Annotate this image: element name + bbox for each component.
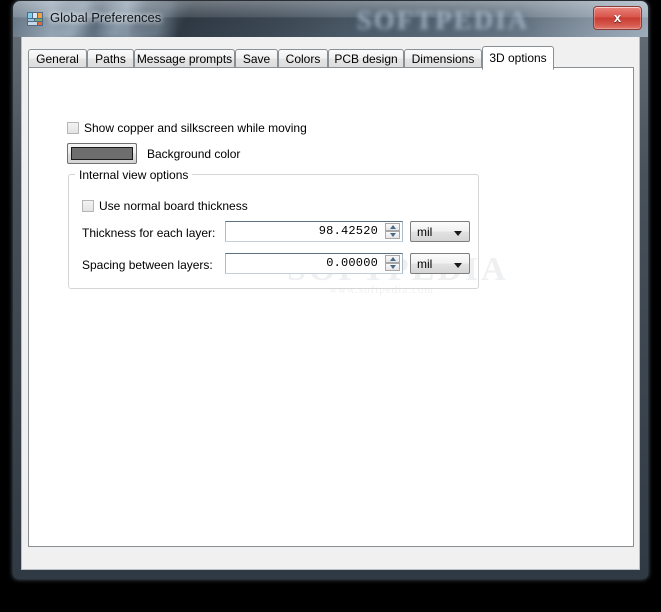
dialog-client: General Paths Message prompts Save Color… [21,37,640,570]
spacing-spin-buttons[interactable] [385,255,400,272]
thickness-spin-buttons[interactable] [385,223,400,240]
spacing-unit-combo[interactable]: mil [410,253,470,274]
thickness-spin-up-icon[interactable] [385,223,400,231]
tab-message-prompts[interactable]: Message prompts [134,49,235,68]
thickness-unit-combo[interactable]: mil [410,221,470,242]
spacing-spinner[interactable]: 0.00000 [225,253,403,274]
show-copper-checkbox[interactable] [67,122,79,134]
title-bar[interactable]: SOFTPEDIA Global Preferences x [13,1,648,37]
show-copper-label: Show copper and silkscreen while moving [84,121,307,135]
thickness-spinner[interactable]: 98.42520 [225,221,403,242]
tab-dimensions[interactable]: Dimensions [404,49,482,68]
close-button[interactable]: x [593,6,642,30]
background-color-label: Background color [147,147,241,161]
window-title: Global Preferences [50,10,162,25]
tab-save[interactable]: Save [235,49,278,68]
spacing-spin-up-icon[interactable] [385,255,400,263]
thickness-spin-down-icon[interactable] [385,231,400,239]
use-normal-thickness-checkbox[interactable] [82,200,94,212]
tab-strip: General Paths Message prompts Save Color… [28,46,634,70]
spacing-label: Spacing between layers: [82,258,213,272]
titlebar-watermark: SOFTPEDIA [356,5,530,35]
thickness-unit-value: mil [417,225,433,239]
tab-colors[interactable]: Colors [278,49,328,68]
tab-3d-options[interactable]: 3D options [482,46,554,70]
background-color-swatch [71,147,133,160]
thickness-value: 98.42520 [318,224,378,238]
thickness-label: Thickness for each layer: [82,226,216,240]
tab-general[interactable]: General [28,49,87,68]
internal-view-options-legend: Internal view options [75,168,193,182]
background-color-button[interactable] [67,143,137,164]
close-icon: x [613,10,622,25]
dialog-window: SOFTPEDIA Global Preferences x General P… [13,1,648,579]
spacing-spin-down-icon[interactable] [385,263,400,271]
use-normal-thickness-label: Use normal board thickness [99,199,248,213]
app-icon [27,12,43,26]
tab-pcb-design[interactable]: PCB design [328,49,404,68]
spacing-unit-value: mil [417,257,433,271]
show-copper-row[interactable]: Show copper and silkscreen while moving [67,119,307,137]
chevron-down-icon [454,231,462,236]
use-normal-thickness-row[interactable]: Use normal board thickness [82,197,248,215]
tab-page-3d-options: SOFTPEDIA www.softpedia.com Show copper … [28,67,634,547]
tab-paths[interactable]: Paths [87,49,134,68]
chevron-down-icon [454,263,462,268]
spacing-value: 0.00000 [326,256,378,270]
